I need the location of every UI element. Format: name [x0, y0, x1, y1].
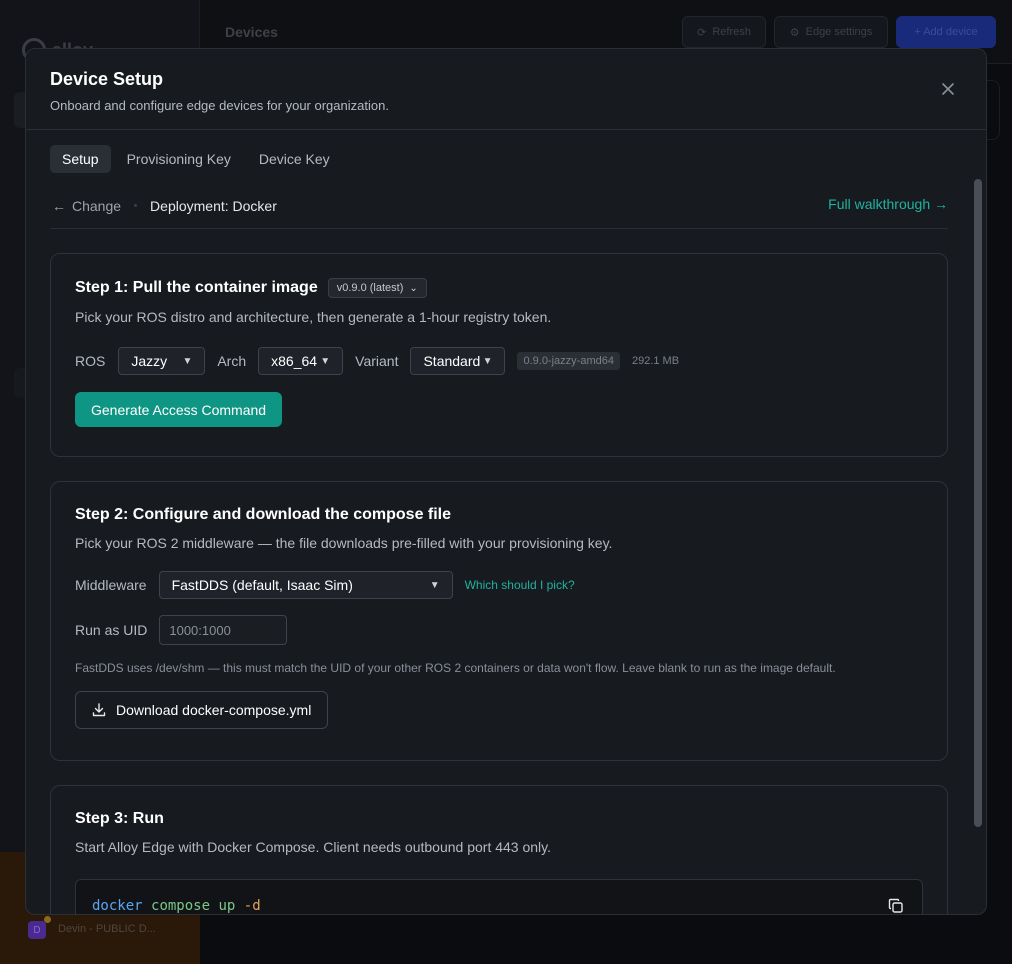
copy-icon[interactable] [888, 898, 904, 914]
workspace-avatar: D [28, 921, 46, 939]
scrollbar-thumb[interactable] [974, 179, 982, 827]
step1-title-row: Step 1: Pull the container image v0.9.0 … [75, 278, 923, 298]
full-walkthrough-link[interactable]: Full walkthrough → [828, 196, 948, 212]
code-arg: up [218, 898, 236, 914]
generate-access-command-button[interactable]: Generate Access Command [75, 392, 283, 427]
modal-title: Device Setup [50, 69, 164, 89]
arrow-left-icon: ← [52, 197, 66, 214]
device-setup-modal: Device Setup Onboard and configure edge … [25, 48, 987, 915]
modal-body: Setup Provisioning Key Device Key ← Chan… [50, 145, 948, 914]
modal-scrollbar[interactable] [974, 179, 982, 911]
uid-row: Run as UID 1000:1000 [75, 615, 923, 645]
chevron-down-icon: ▼ [482, 355, 493, 367]
download-compose-button[interactable]: Download docker-compose.yml [75, 691, 329, 729]
code-command: docker [92, 898, 143, 914]
variant-label: Variant [355, 353, 399, 369]
download-icon [92, 703, 106, 717]
image-tag-badge: 0.9.0-jazzy-amd64 [517, 352, 620, 370]
tab-setup[interactable]: Setup [50, 145, 111, 173]
tab-device-key[interactable]: Device Key [247, 145, 342, 173]
deployment-bar: ← Change Deployment: Docker Full walkthr… [50, 189, 948, 229]
status-dot [44, 916, 51, 923]
tab-bar: Setup Provisioning Key Device Key [50, 145, 948, 173]
version-select[interactable]: v0.9.0 (latest) ⌄ [327, 278, 427, 298]
add-device-button: + Add device [896, 16, 996, 48]
middleware-select[interactable]: FastDDS (default, Isaac Sim) ▼ [158, 571, 453, 599]
step1-description: Pick your ROS distro and architecture, t… [75, 309, 552, 325]
step2-title: Step 2: Configure and download the compo… [75, 506, 452, 523]
code-block: docker compose up -d [75, 879, 923, 914]
deployment-label: Deployment: Docker [150, 197, 277, 214]
separator-dot [134, 204, 138, 207]
arch-select[interactable]: x86_64 ▼ [258, 347, 344, 375]
gear-icon: ⚙ [789, 26, 800, 39]
page-title: Devices [225, 24, 278, 40]
which-should-i-pick-link[interactable]: Which should I pick? [465, 578, 575, 592]
chevron-down-icon: ▼ [429, 579, 440, 591]
variant-select[interactable]: Standard ▼ [410, 347, 506, 375]
code-flag: -d [243, 898, 261, 914]
step3-card: Step 3: Run Start Alloy Edge with Docker… [50, 785, 948, 914]
middleware-label: Middleware [75, 577, 147, 593]
refresh-button: ⟳ Refresh [682, 16, 766, 48]
code-arg: compose [151, 898, 211, 914]
chevron-down-icon: ⌄ [409, 282, 418, 294]
ros-select[interactable]: Jazzy ▼ [118, 347, 206, 375]
modal-subtitle: Onboard and configure edge devices for y… [50, 98, 389, 113]
uid-input[interactable]: 1000:1000 [159, 615, 288, 645]
chevron-down-icon: ▼ [320, 355, 331, 367]
arch-label: Arch [217, 353, 247, 369]
refresh-icon: ⟳ [697, 26, 707, 39]
step1-title: Step 1: Pull the container image [75, 279, 318, 296]
uid-label: Run as UID [75, 622, 148, 638]
image-size: 292.1 MB [631, 355, 680, 367]
workspace-name: Devin - PUBLIC D... [58, 923, 156, 935]
close-icon[interactable] [938, 79, 958, 99]
chevron-down-icon: ▼ [182, 355, 193, 367]
ros-label: ROS [75, 353, 106, 369]
edge-settings-button: ⚙ Edge settings [774, 16, 888, 48]
tab-provisioning-key[interactable]: Provisioning Key [115, 145, 243, 173]
step3-description: Start Alloy Edge with Docker Compose. Cl… [75, 839, 552, 855]
uid-help-note: FastDDS uses /dev/shm — this must match … [75, 661, 836, 675]
modal-header: Device Setup Onboard and configure edge … [26, 49, 986, 130]
change-deployment-link[interactable]: ← Change [52, 198, 121, 214]
middleware-row: Middleware FastDDS (default, Isaac Sim) … [75, 571, 923, 599]
step2-description: Pick your ROS 2 middleware — the file do… [75, 535, 613, 551]
image-options-row: ROS Jazzy ▼ Arch x86_64 ▼ Variant Standa… [75, 347, 923, 375]
step3-title: Step 3: Run [75, 810, 164, 827]
step2-card: Step 2: Configure and download the compo… [50, 481, 948, 761]
step1-card: Step 1: Pull the container image v0.9.0 … [50, 253, 948, 457]
